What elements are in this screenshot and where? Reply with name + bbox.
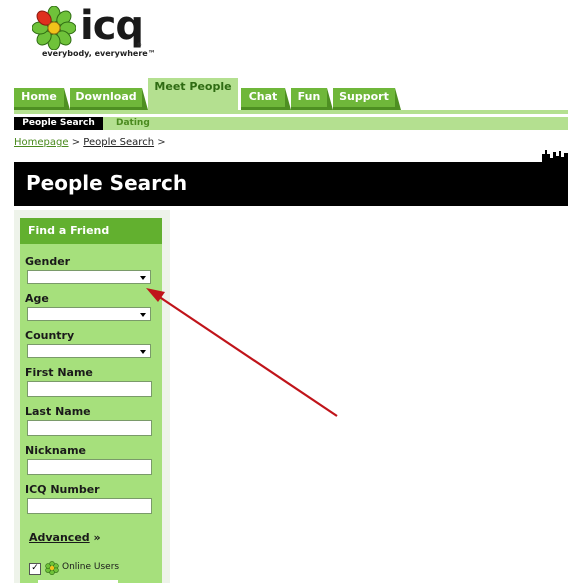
tab-meet-people[interactable]: Meet People: [148, 78, 238, 110]
country-label: Country: [25, 329, 75, 342]
tab-fun[interactable]: Fun: [291, 88, 333, 110]
icq-number-label: ICQ Number: [25, 483, 100, 496]
tab-download-label: Download: [75, 90, 137, 103]
city-skyline-decoration: [542, 150, 568, 164]
tab-support-label: Support: [339, 90, 389, 103]
chevron-down-icon: [140, 276, 146, 280]
chevron-down-icon: [140, 350, 146, 354]
logo-wordmark: icq: [80, 3, 144, 49]
nickname-input[interactable]: [27, 459, 152, 475]
country-select[interactable]: [27, 344, 151, 358]
breadcrumb: Homepage > People Search >: [14, 137, 166, 148]
advanced-label: Advanced: [29, 531, 90, 544]
tab-download[interactable]: Download: [70, 88, 148, 110]
tab-home-label: Home: [21, 90, 57, 103]
breadcrumb-current[interactable]: People Search: [83, 137, 154, 148]
subnav-dating[interactable]: Dating: [116, 117, 150, 130]
chevron-down-icon: [140, 313, 146, 317]
icq-number-input[interactable]: [27, 498, 152, 514]
registered-mark: ®: [136, 42, 142, 49]
tab-fun-label: Fun: [297, 90, 321, 103]
online-users-label: Online Users: [62, 562, 120, 572]
tab-support[interactable]: Support: [333, 88, 401, 110]
age-label: Age: [25, 292, 49, 305]
tab-chat[interactable]: Chat: [241, 88, 291, 110]
double-arrow-icon: »: [93, 531, 101, 544]
page-title: People Search: [26, 171, 188, 195]
find-friend-form: Find a Friend Gender Age Country First N…: [20, 218, 162, 583]
first-name-label: First Name: [25, 366, 93, 379]
breadcrumb-separator: >: [157, 137, 166, 148]
people-search-panel: Find a Friend Gender Age Country First N…: [14, 210, 170, 583]
breadcrumb-separator: >: [71, 137, 81, 148]
last-name-input[interactable]: [27, 420, 152, 436]
page-title-bar: People Search: [14, 150, 568, 206]
subnav-people-search[interactable]: People Search: [14, 117, 103, 130]
gender-label: Gender: [25, 255, 71, 268]
gender-select[interactable]: [27, 270, 151, 284]
flower-icon: [45, 561, 59, 575]
tab-meet-people-label: Meet People: [154, 80, 232, 93]
first-name-input[interactable]: [27, 381, 152, 397]
nav-underline: [14, 110, 568, 114]
online-users-checkbox[interactable]: ✓: [29, 563, 41, 575]
find-friend-header: Find a Friend: [20, 218, 162, 244]
last-name-label: Last Name: [25, 405, 91, 418]
tab-chat-label: Chat: [248, 90, 278, 103]
age-select[interactable]: [27, 307, 151, 321]
flower-icon: [32, 6, 76, 50]
advanced-search-link[interactable]: Advanced »: [29, 531, 101, 544]
breadcrumb-home-link[interactable]: Homepage: [14, 137, 69, 148]
icq-logo[interactable]: icq ® everybody, everywhere™: [32, 3, 162, 62]
tab-home[interactable]: Home: [14, 88, 70, 110]
nickname-label: Nickname: [25, 444, 86, 457]
logo-tagline: everybody, everywhere™: [42, 49, 156, 58]
